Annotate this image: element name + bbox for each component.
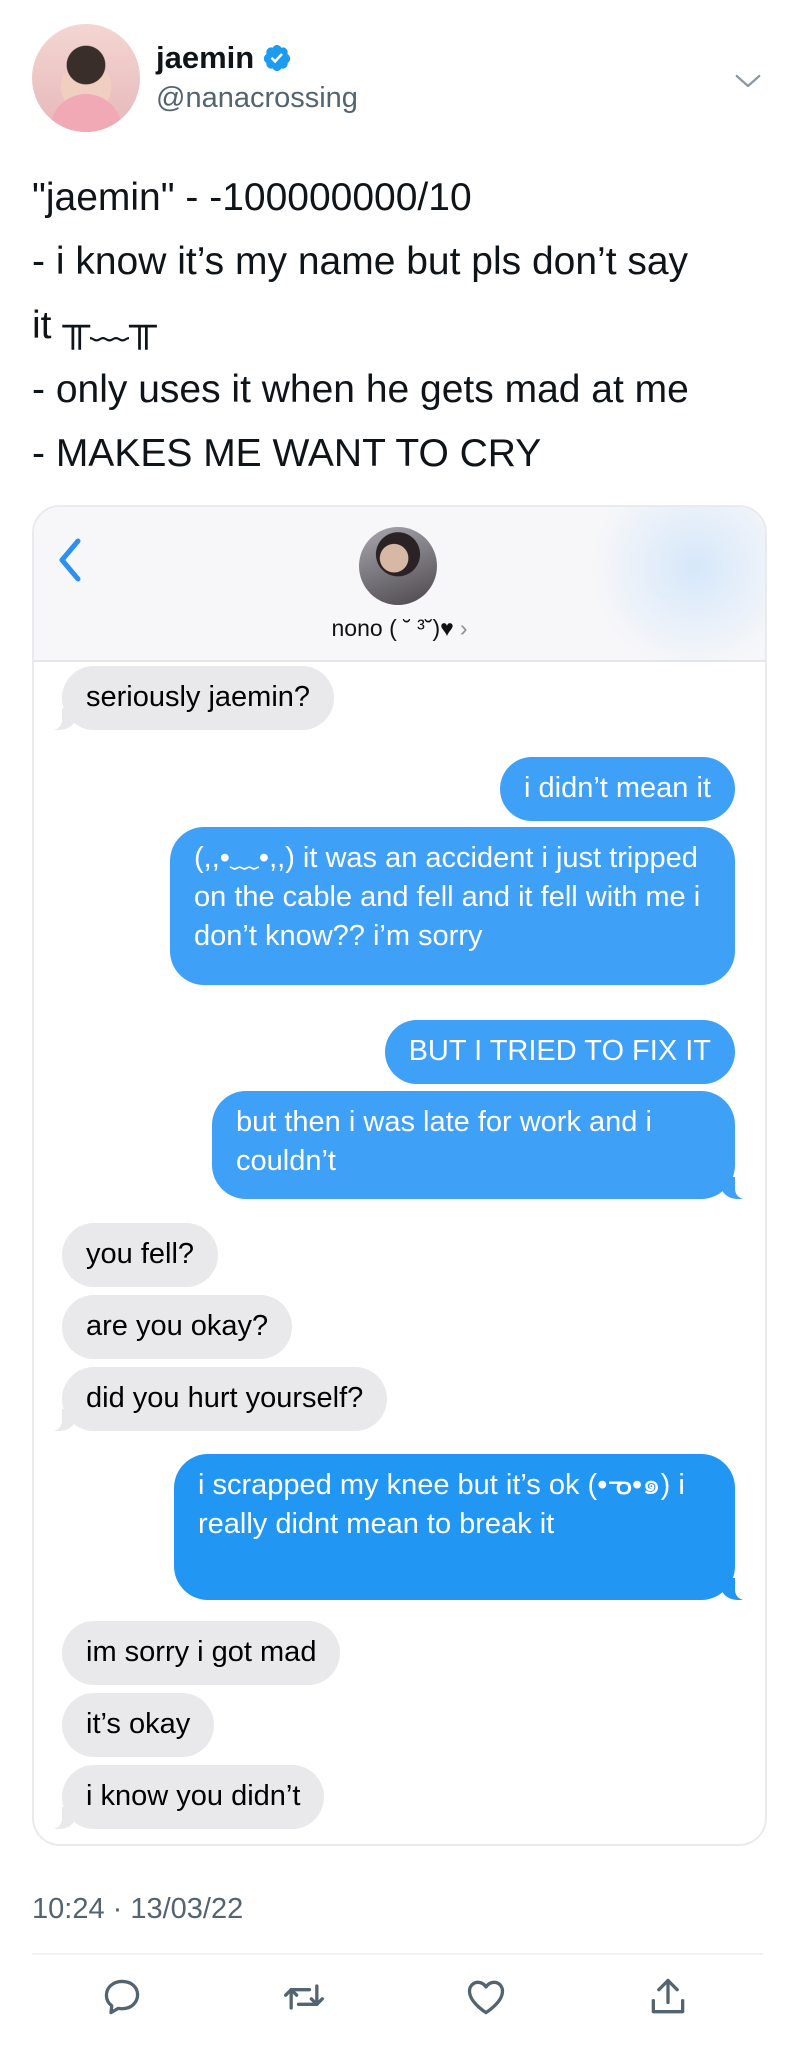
message-bubble-received: seriously jaemin?: [49, 666, 335, 730]
divider: [32, 1953, 763, 1955]
contact-avatar[interactable]: [359, 527, 437, 605]
message-bubble-received: are you okay?: [62, 1295, 293, 1359]
back-chevron-icon[interactable]: [54, 535, 84, 585]
message-text: but then i was late for work and i could…: [236, 1106, 652, 1177]
name-row: jaemin: [156, 40, 292, 76]
message-bubble-received: i know you didn’t: [49, 1765, 325, 1829]
retweet-icon[interactable]: [282, 1975, 326, 2019]
share-icon[interactable]: [646, 1975, 690, 2019]
tweet-timestamp[interactable]: 10:24 · 13/03/22: [32, 1893, 243, 1926]
message-bubble-sent: i scrapped my knee but it’s ok (•ᓀ•๑) i …: [174, 1454, 747, 1600]
message-bubble-received: did you hurt yourself?: [49, 1367, 388, 1431]
tweet-line: - only uses it when he gets mad at me: [32, 368, 689, 411]
tweet-line: "jaemin" - -100000000/10: [32, 176, 472, 219]
tweet-line: - MAKES ME WANT TO CRY: [32, 432, 542, 475]
tweet-header: jaemin @nanacrossing: [32, 24, 763, 134]
message-bubble-sent: i didn’t mean it: [500, 757, 735, 821]
display-name[interactable]: jaemin: [156, 40, 254, 76]
tweet-line: - i know it’s my name but pls don’t say: [32, 240, 689, 283]
message-bubble-received: it’s okay: [62, 1693, 215, 1757]
message-bubble-sent: but then i was late for work and i could…: [212, 1091, 747, 1199]
attached-screenshot[interactable]: nono ( ˘ ³˘)♥ › seriously jaemin? i didn’…: [32, 505, 767, 1846]
user-handle[interactable]: @nanacrossing: [156, 82, 358, 115]
tweet-line: it ╥﹏╥: [32, 304, 157, 347]
header-glow: [585, 507, 765, 667]
like-icon[interactable]: [464, 1975, 508, 2019]
contact-name-row[interactable]: nono ( ˘ ³˘)♥ ›: [34, 615, 765, 642]
message-text: i scrapped my knee but it’s ok (•ᓀ•๑) i …: [198, 1469, 685, 1540]
chevron-down-icon[interactable]: [733, 66, 763, 96]
chevron-right-icon: ›: [459, 615, 468, 641]
reply-icon[interactable]: [100, 1975, 144, 2019]
verified-badge-icon: [264, 45, 291, 71]
message-bubble-received: im sorry i got mad: [62, 1621, 341, 1685]
contact-name: nono ( ˘ ³˘)♥: [331, 615, 454, 641]
message-text: (,,•﹏•,,) it was an accident i just trip…: [194, 842, 701, 952]
tweet-text: "jaemin" - -100000000/10 - i know it’s m…: [32, 166, 772, 486]
messages-header: nono ( ˘ ³˘)♥ ›: [34, 507, 765, 667]
message-bubble-sent: (,,•﹏•,,) it was an accident i just trip…: [170, 827, 735, 985]
message-bubble-received: you fell?: [62, 1223, 219, 1287]
user-avatar[interactable]: [32, 24, 140, 132]
message-bubble-sent: BUT I TRIED TO FIX IT: [384, 1020, 735, 1084]
action-bar: [32, 1975, 763, 2035]
